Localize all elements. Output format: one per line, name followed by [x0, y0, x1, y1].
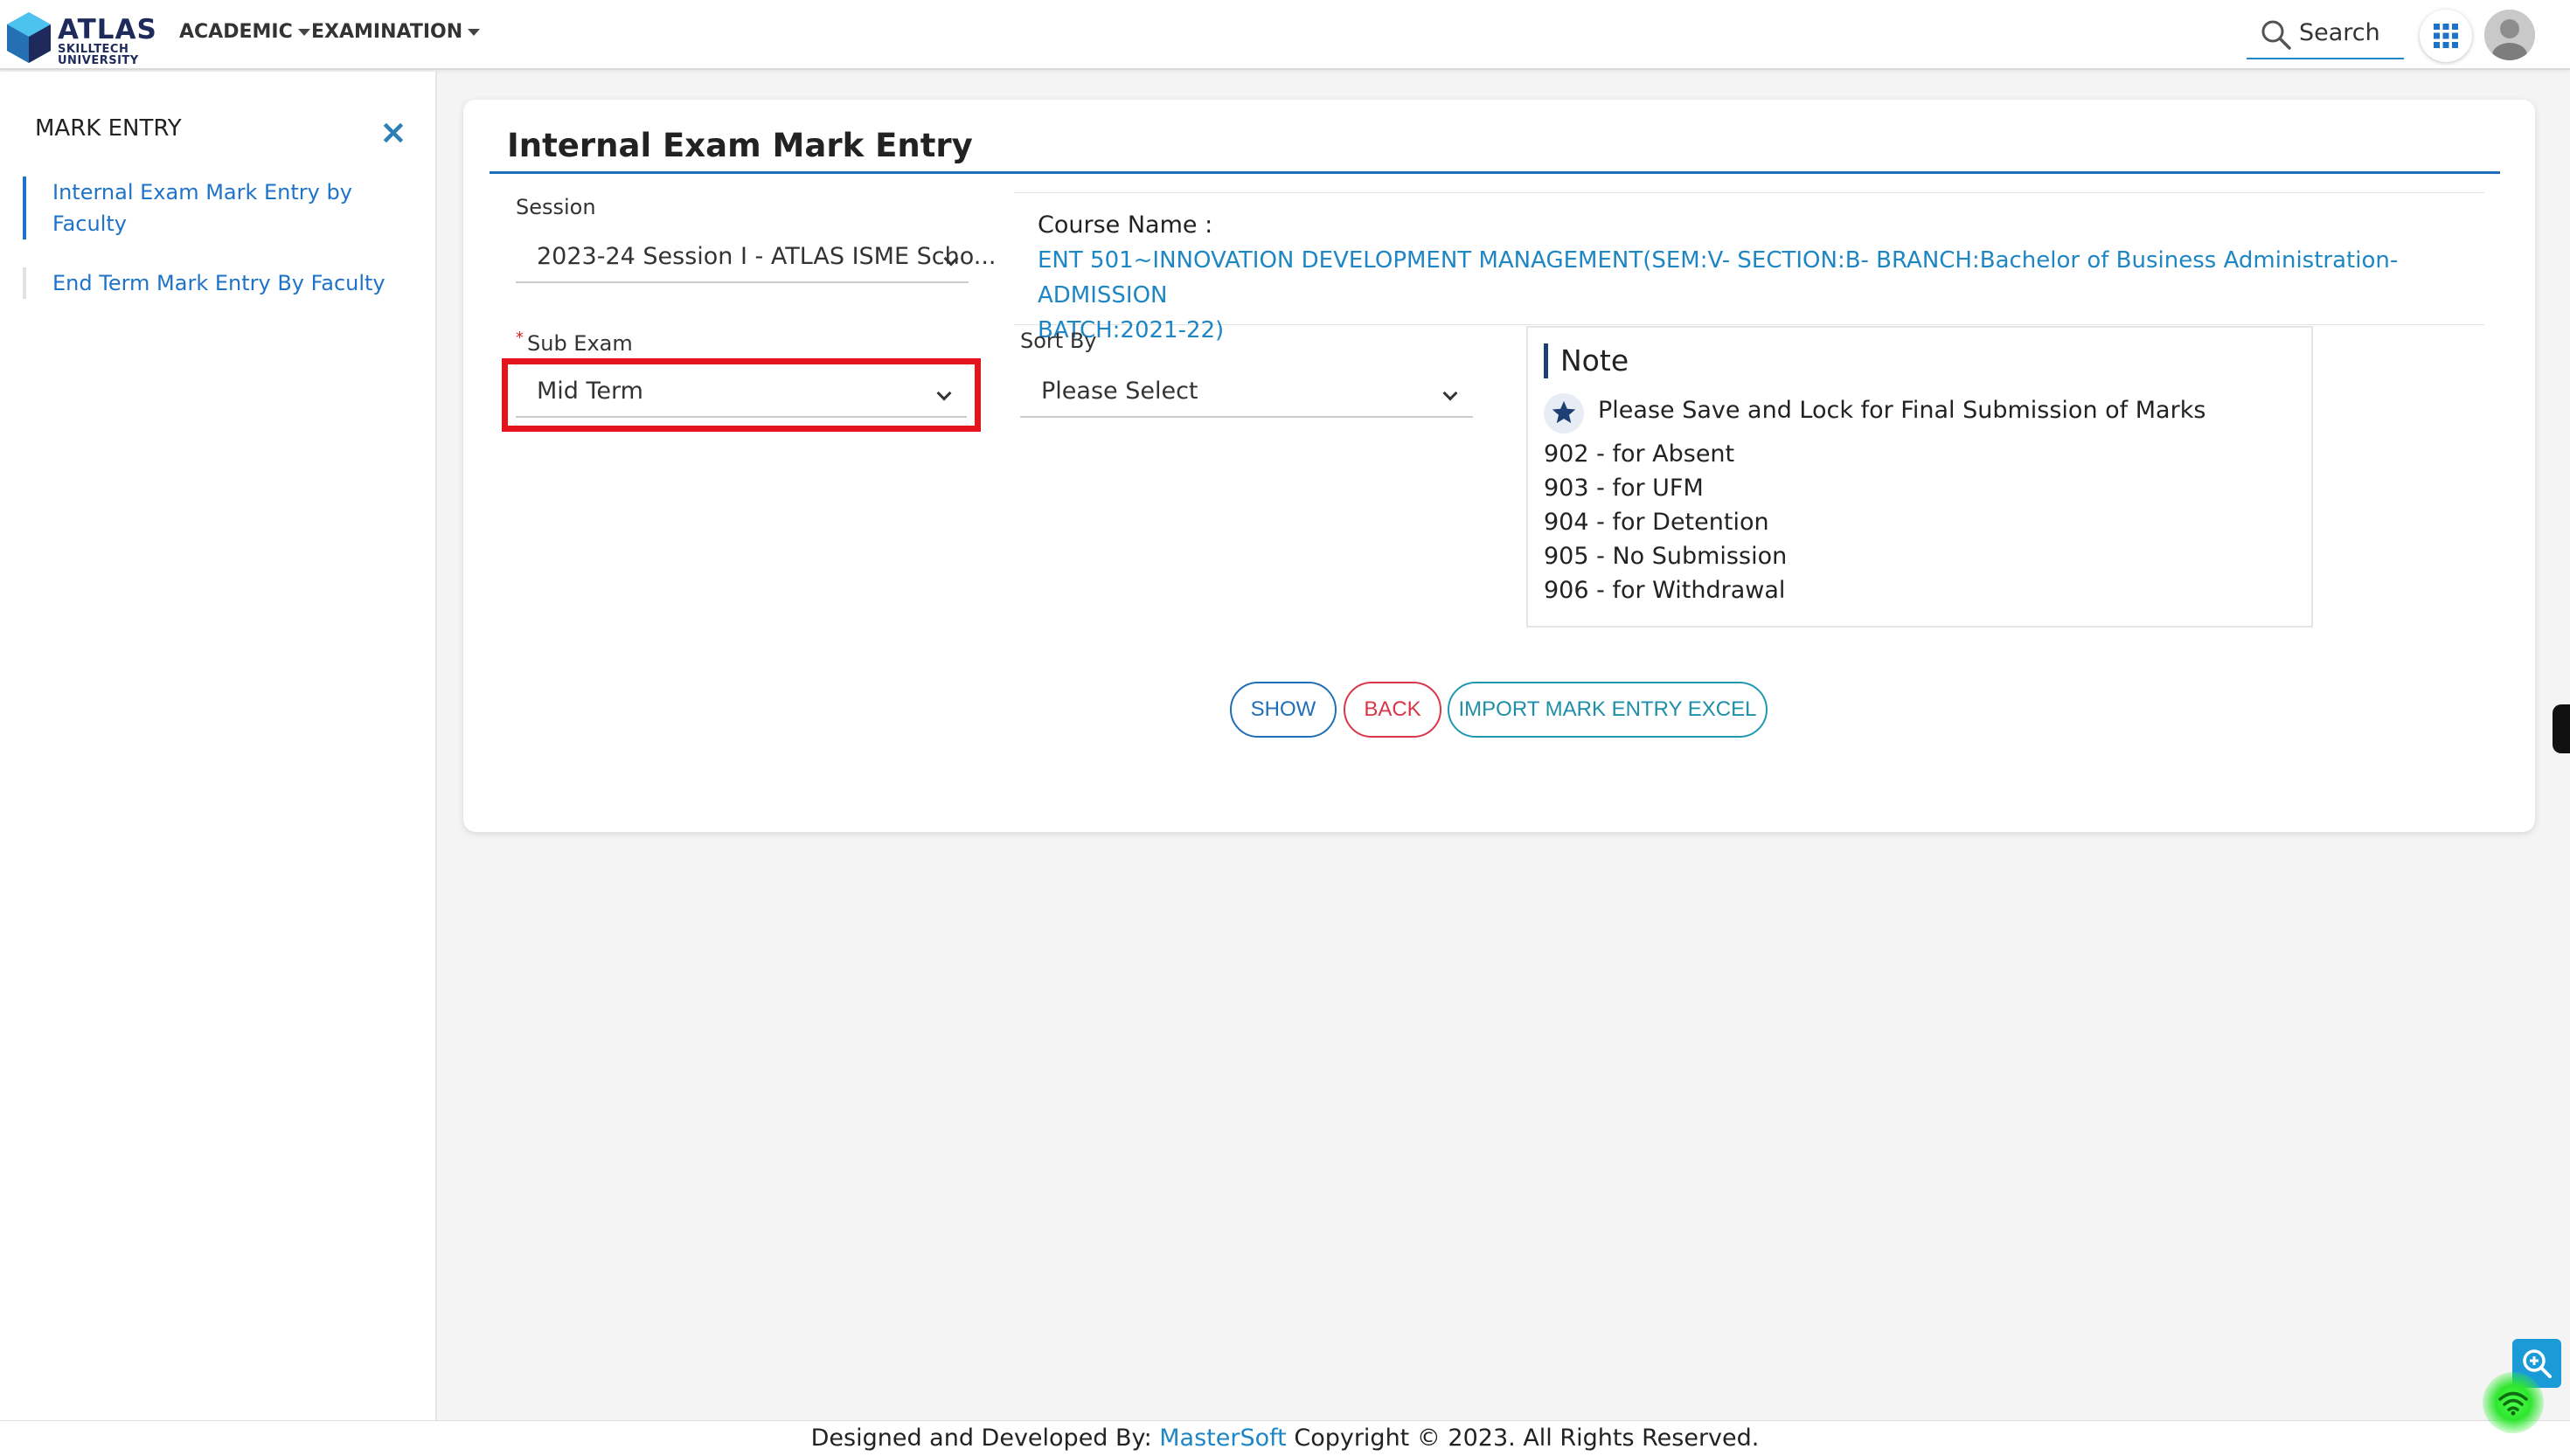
footer: Designed and Developed By: MasterSoft Co…	[0, 1420, 2570, 1456]
footer-copyright: Copyright © 2023. All Rights Reserved.	[1294, 1425, 1760, 1452]
nav-academic-label: ACADEMIC	[179, 21, 293, 43]
show-button[interactable]: SHOW	[1230, 682, 1337, 738]
required-asterisk: *	[516, 329, 524, 347]
close-icon[interactable]: ×	[379, 115, 407, 149]
session-select-value: 2023-24 Session I - ATLAS ISME Scho...	[537, 243, 997, 270]
nav-examination-label: EXAMINATION	[311, 21, 463, 43]
logo-text-university: UNIVERSITY	[58, 54, 139, 67]
nav-examination-menu[interactable]: EXAMINATION	[311, 21, 481, 43]
logo-cube-icon	[7, 12, 51, 63]
search-box[interactable]: Search	[2247, 14, 2404, 59]
search-label: Search	[2299, 19, 2380, 46]
connection-status-widget[interactable]	[2483, 1372, 2544, 1433]
footer-prefix: Designed and Developed By:	[810, 1425, 1152, 1452]
top-bar: ATLAS SKILLTECH UNIVERSITY ACADEMIC EXAM…	[0, 0, 2570, 70]
sidebar-item-internal-exam-mark-entry[interactable]: Internal Exam Mark Entry by Faculty	[23, 177, 407, 239]
atlas-logo[interactable]: ATLAS SKILLTECH UNIVERSITY	[5, 9, 156, 66]
edge-tab-handle[interactable]	[2553, 704, 2570, 753]
highlight-box	[502, 358, 981, 432]
star-icon-badge	[1544, 393, 1584, 433]
sort-by-select[interactable]: Please Select	[1020, 369, 1473, 418]
footer-brand-link[interactable]: MasterSoft	[1159, 1425, 1286, 1452]
sidebar-item-label: End Term Mark Entry By Faculty	[52, 271, 386, 295]
search-icon	[2261, 20, 2291, 50]
note-code-line: 905 - No Submission	[1544, 543, 1788, 570]
back-button[interactable]: BACK	[1344, 682, 1441, 738]
session-label: Session	[516, 195, 596, 219]
sort-by-label: Sort By	[1020, 329, 1097, 353]
note-main-text: Please Save and Lock for Final Submissio…	[1598, 397, 2206, 424]
apps-grid-icon	[2434, 24, 2458, 48]
sidebar: MARK ENTRY × Internal Exam Mark Entry by…	[0, 72, 437, 1420]
sort-by-select-value: Please Select	[1041, 378, 1198, 405]
logo-text-sub: SKILLTECH UNIVERSITY	[58, 44, 139, 66]
logo-text-atlas: ATLAS	[58, 14, 157, 45]
user-avatar-icon	[2484, 10, 2535, 60]
note-title: Note	[1544, 343, 1629, 378]
sub-exam-label-text: Sub Exam	[527, 331, 633, 356]
note-code-line: 902 - for Absent	[1544, 440, 1735, 468]
star-icon	[1552, 400, 1576, 424]
title-divider	[490, 171, 2500, 174]
import-mark-entry-excel-button[interactable]: IMPORT MARK ENTRY EXCEL	[1448, 682, 1768, 738]
sidebar-title: MARK ENTRY	[35, 115, 182, 142]
note-code-line: 906 - for Withdrawal	[1544, 577, 1786, 604]
sidebar-item-end-term-mark-entry[interactable]: End Term Mark Entry By Faculty	[23, 267, 407, 299]
course-name-label: Course Name :	[1038, 211, 1213, 239]
caret-down-icon	[468, 29, 481, 36]
course-name-line: ENT 501~INNOVATION DEVELOPMENT MANAGEMEN…	[1038, 247, 2399, 309]
sidebar-item-label: Internal Exam Mark Entry by	[52, 180, 352, 205]
page-title: Internal Exam Mark Entry	[507, 127, 973, 164]
apps-button[interactable]	[2420, 10, 2472, 62]
note-code-line: 904 - for Detention	[1544, 509, 1769, 536]
nav-academic-menu[interactable]: ACADEMIC	[179, 21, 310, 43]
wifi-icon	[2498, 1391, 2528, 1416]
chevron-down-icon	[1442, 385, 1458, 401]
sidebar-item-label: Faculty	[52, 211, 127, 236]
note-code-line: 903 - for UFM	[1544, 475, 1704, 502]
caret-down-icon	[297, 29, 310, 36]
user-avatar[interactable]	[2484, 10, 2535, 60]
sub-exam-label: * Sub Exam	[516, 329, 633, 356]
session-select[interactable]: 2023-24 Session I - ATLAS ISME Scho...	[516, 234, 997, 283]
